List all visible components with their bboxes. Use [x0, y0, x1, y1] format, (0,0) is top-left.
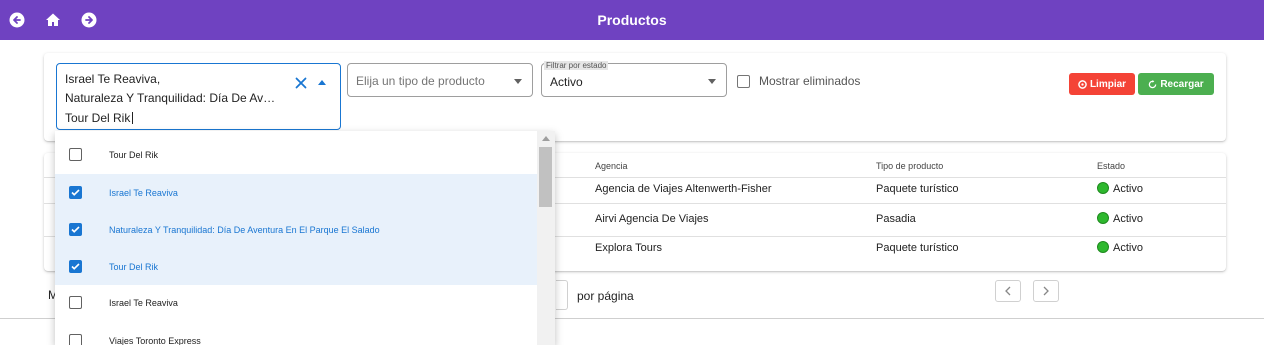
arrow-right-circle-icon[interactable]	[80, 11, 98, 29]
status-badge: Activo	[1097, 182, 1143, 195]
status-dot-icon	[1097, 212, 1109, 224]
home-icon[interactable]	[44, 11, 62, 29]
option-checkbox[interactable]	[69, 186, 82, 199]
cell-product-type: Paquete turístico	[876, 242, 959, 254]
cell-product-type: Paquete turístico	[876, 183, 959, 195]
column-header-status[interactable]: Estado	[1097, 161, 1125, 171]
status-select[interactable]: Filtrar por estado Activo	[541, 61, 727, 97]
reload-icon	[1149, 79, 1157, 88]
cell-agency: Agencia de Viajes Altenwerth-Fisher	[595, 183, 772, 195]
per-page-select[interactable]	[556, 280, 568, 310]
product-type-placeholder: Elija un tipo de producto	[356, 74, 485, 88]
dropdown-option[interactable]: Tour Del Rik	[55, 248, 537, 285]
recycle-icon	[1078, 79, 1087, 89]
chevron-down-icon	[514, 79, 522, 84]
option-checkbox[interactable]	[69, 296, 82, 309]
selected-product-1: Israel Te Reaviva,	[65, 72, 161, 86]
show-deleted-checkbox[interactable]	[737, 75, 750, 88]
prev-page-button[interactable]	[995, 280, 1021, 302]
cell-agency: Airvi Agencia De Viajes	[595, 213, 709, 225]
product-type-select[interactable]: Elija un tipo de producto	[347, 63, 533, 97]
reload-button[interactable]: Recargar	[1138, 73, 1214, 95]
dropdown-option[interactable]: Israel Te Reaviva	[55, 174, 537, 211]
dropdown-option[interactable]: Viajes Toronto Express	[55, 322, 537, 345]
scroll-up-arrow-icon[interactable]	[542, 136, 550, 141]
column-header-product-type[interactable]: Tipo de producto	[876, 161, 943, 171]
status-select-value: Activo	[550, 75, 583, 89]
per-page-label: por página	[577, 289, 634, 303]
product-search-input[interactable]: Tour Del Rik	[65, 111, 134, 125]
status-filter-label: Filtrar por estado	[544, 61, 609, 70]
option-checkbox[interactable]	[69, 223, 82, 236]
cell-product-type: Pasadia	[876, 213, 916, 225]
cell-agency: Explora Tours	[595, 242, 663, 254]
show-deleted-label: Mostrar eliminados	[759, 74, 861, 88]
option-checkbox[interactable]	[69, 148, 82, 161]
arrow-left-circle-icon[interactable]	[8, 11, 26, 29]
chevron-up-icon[interactable]	[318, 80, 326, 85]
clear-button[interactable]: Limpiar	[1069, 73, 1135, 95]
dropdown-option[interactable]: Israel Te Reaviva	[55, 284, 537, 321]
selected-product-2: Naturaleza Y Tranquilidad: Día De Av…	[65, 91, 276, 105]
check-icon	[71, 189, 80, 196]
product-options-dropdown: Tour Del Rik Israel Te Reaviva Naturalez…	[55, 131, 555, 345]
status-dot-icon	[1097, 241, 1109, 253]
filter-panel: Israel Te Reaviva, Naturaleza Y Tranquil…	[44, 53, 1226, 141]
chevron-right-icon	[1043, 286, 1049, 296]
scrollbar-thumb[interactable]	[539, 147, 552, 207]
dropdown-option[interactable]: Tour Del Rik	[55, 136, 537, 173]
column-header-agency[interactable]: Agencia	[595, 161, 628, 171]
status-dot-icon	[1097, 182, 1109, 194]
chevron-left-icon	[1005, 286, 1011, 296]
top-app-bar: Productos	[0, 0, 1264, 40]
check-icon	[71, 226, 80, 233]
product-multiselect[interactable]: Israel Te Reaviva, Naturaleza Y Tranquil…	[56, 63, 341, 130]
page-title: Productos	[597, 12, 667, 28]
clear-selection-icon[interactable]	[295, 76, 307, 94]
status-badge: Activo	[1097, 212, 1143, 225]
option-checkbox[interactable]	[69, 260, 82, 273]
option-checkbox[interactable]	[69, 334, 82, 345]
check-icon	[71, 263, 80, 270]
status-badge: Activo	[1097, 241, 1143, 254]
dropdown-option[interactable]: Naturaleza Y Tranquilidad: Día De Aventu…	[55, 211, 537, 248]
next-page-button[interactable]	[1033, 280, 1059, 302]
chevron-down-icon	[708, 79, 716, 84]
